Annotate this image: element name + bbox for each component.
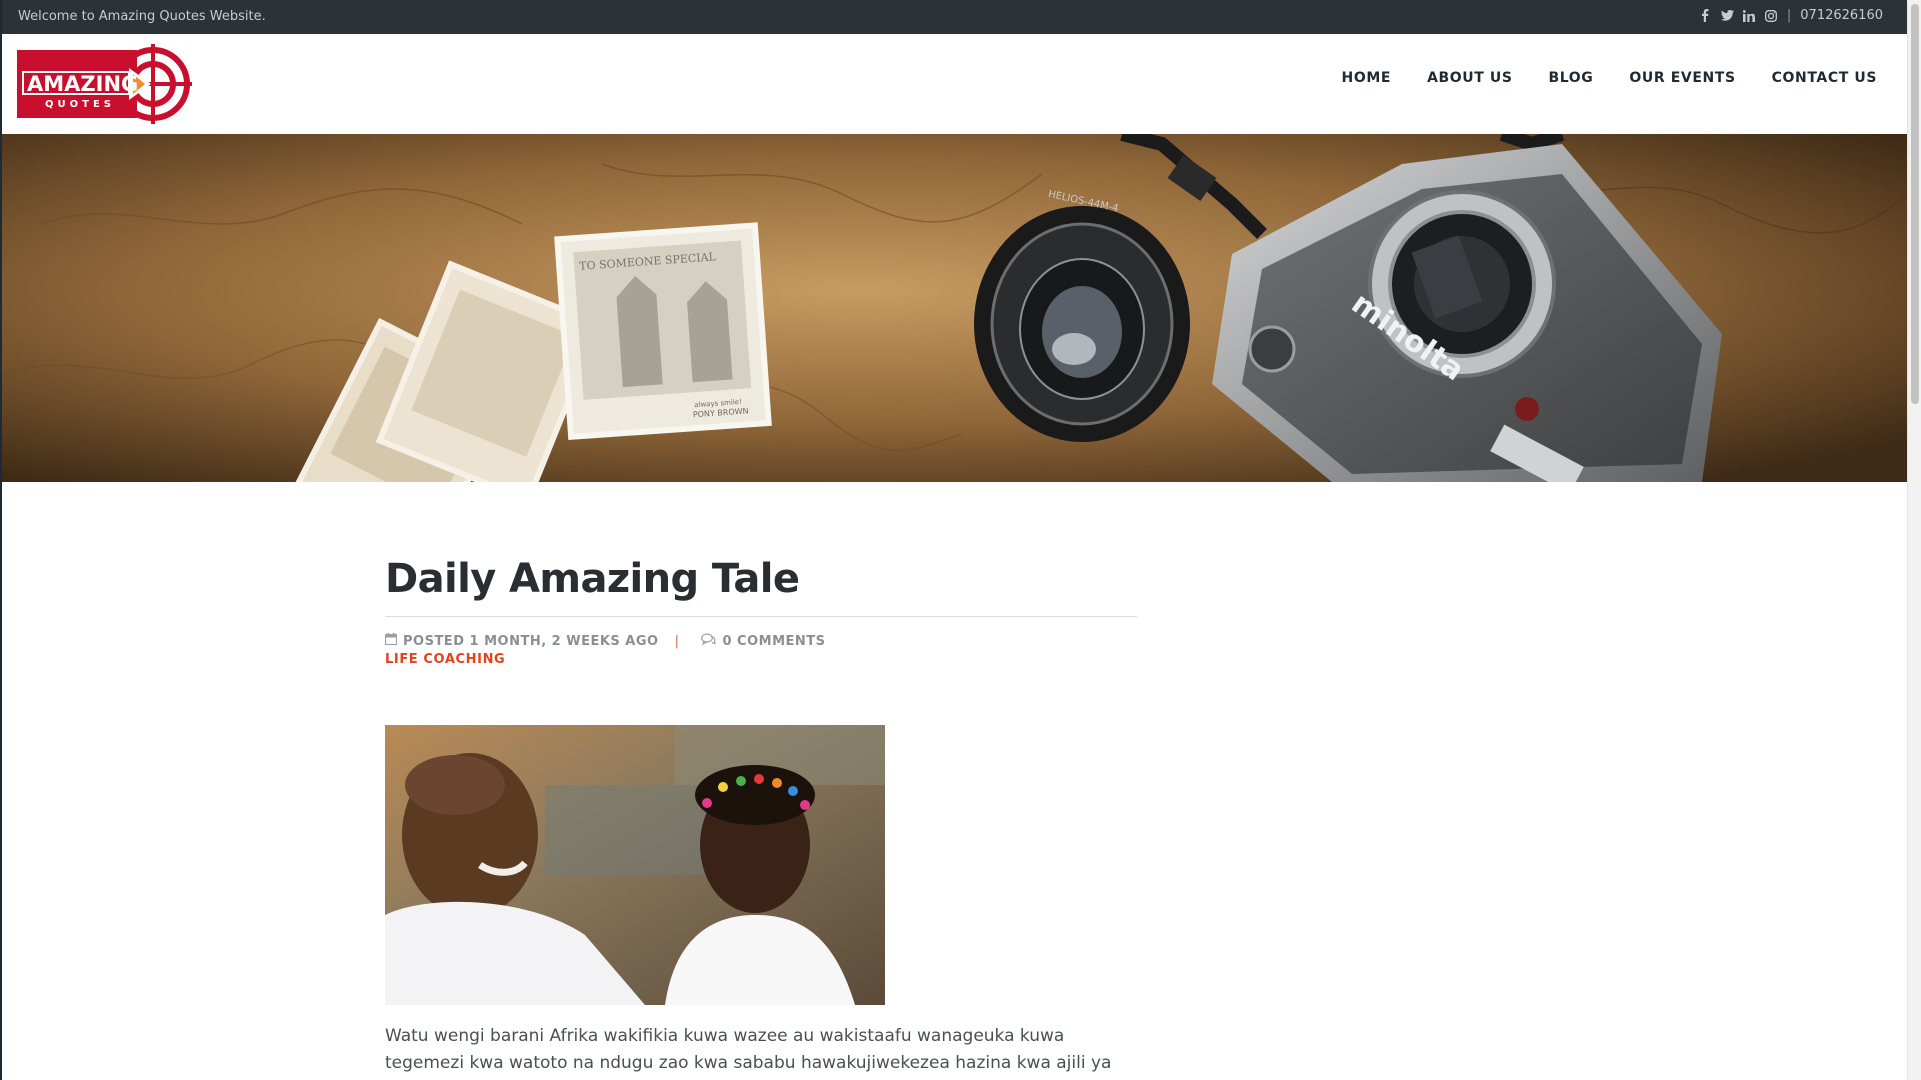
post-title[interactable]: Daily Amazing Tale — [385, 556, 1137, 602]
nav-item-home[interactable]: HOME — [1342, 70, 1392, 86]
facebook-icon[interactable] — [1699, 9, 1712, 22]
nav-item-about-us[interactable]: ABOUT US — [1427, 70, 1512, 86]
top-bar: Welcome to Amazing Quotes Website. | 071… — [2, 0, 1907, 34]
calendar-icon — [384, 633, 398, 649]
page-scrollbar[interactable] — [1907, 0, 1921, 1080]
comments-icon — [701, 633, 717, 649]
nav-item-blog[interactable]: BLOG — [1549, 70, 1594, 86]
title-divider — [385, 616, 1137, 617]
meta-separator: | — [674, 633, 680, 649]
welcome-text: Welcome to Amazing Quotes Website. — [18, 9, 266, 24]
header: AMAZING QUOTES HOME ABOUT US BLOG OUR EV… — [2, 34, 1907, 134]
page: Welcome to Amazing Quotes Website. | 071… — [0, 0, 1907, 1080]
post-body-text: Watu wengi barani Afrika wakifikia kuwa … — [385, 1026, 1112, 1073]
logo-text-quotes: QUOTES — [45, 99, 115, 110]
blog-post: Daily Amazing Tale POSTED 1 MONTH, 2 WEE… — [384, 556, 1137, 1080]
main-nav: HOME ABOUT US BLOG OUR EVENTS CONTACT US — [1342, 70, 1877, 86]
nav-item-contact-us[interactable]: CONTACT US — [1772, 70, 1877, 86]
twitter-icon[interactable] — [1720, 9, 1734, 22]
linkedin-icon[interactable] — [1743, 9, 1756, 22]
post-comments-link[interactable]: 0 COMMENTS — [722, 634, 825, 649]
post-date: POSTED 1 MONTH, 2 WEEKS AGO — [403, 633, 659, 649]
post-meta: POSTED 1 MONTH, 2 WEEKS AGO | 0 COMMENTS — [384, 633, 1137, 649]
top-bar-separator: | — [1786, 8, 1792, 23]
post-category-link[interactable]: LIFE COACHING — [385, 652, 1137, 667]
phone-number[interactable]: 0712626160 — [1800, 8, 1883, 23]
hero-banner: TO SOMEONE SPECIAL always smile! PONY BR… — [2, 134, 1907, 482]
site-logo[interactable]: AMAZING QUOTES — [17, 44, 192, 124]
top-bar-right: | 0712626160 — [1699, 8, 1883, 23]
post-featured-image — [385, 725, 885, 1005]
instagram-icon[interactable] — [1765, 9, 1778, 22]
logo-text-amazing: AMAZING — [27, 72, 138, 96]
nav-item-our-events[interactable]: OUR EVENTS — [1629, 70, 1735, 86]
scrollbar-thumb[interactable] — [1911, 4, 1919, 404]
